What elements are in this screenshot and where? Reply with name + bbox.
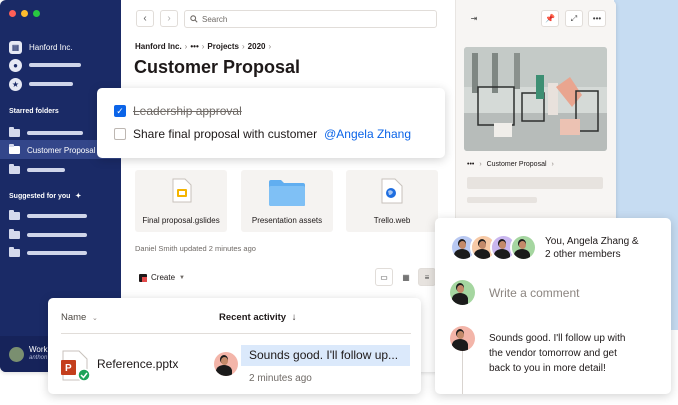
account-label: Work [29, 345, 48, 354]
powerpoint-file-icon: P [61, 350, 91, 382]
account-sub: anthon [29, 355, 48, 361]
back-button[interactable]: ‹ [136, 10, 154, 27]
file-name[interactable]: Final proposal.gslides [135, 216, 227, 225]
checkbox-unchecked[interactable] [114, 128, 126, 140]
pin-button[interactable]: 📌 [541, 10, 559, 27]
task-list-card: ✓ Leadership approval Share final propos… [97, 88, 445, 158]
sidebar-item-people[interactable]: ● [9, 58, 81, 72]
search-placeholder: Search [202, 14, 228, 24]
breadcrumb-ellipsis[interactable]: ••• [190, 42, 198, 51]
breadcrumb: Hanford Inc. › ••• › Projects › 2020 › [135, 42, 272, 51]
checkbox-checked[interactable]: ✓ [114, 105, 126, 117]
avatar [450, 326, 475, 351]
create-icon [139, 273, 147, 282]
sidebar-suggested-3[interactable] [9, 246, 87, 260]
members-summary: You, Angela Zhang & 2 other members [545, 236, 639, 260]
web-link-icon [381, 178, 403, 204]
more-icon: ••• [592, 14, 602, 23]
preview-image [464, 47, 607, 151]
collapse-icon: ⇥ [470, 14, 478, 23]
showroom-image [464, 47, 607, 151]
sparkle-icon: ✦ [75, 193, 82, 200]
person-icon: ● [9, 58, 22, 72]
org-name: Hanford Inc. [29, 42, 73, 52]
sidebar-suggested-2[interactable] [9, 228, 87, 242]
column-activity-header[interactable]: Recent activity ↓ [219, 312, 296, 323]
folder-icon [269, 180, 305, 206]
slides-file-icon [172, 178, 192, 203]
suggested-heading: Suggested for you ✦ [9, 193, 82, 200]
updated-status: Daniel Smith updated 2 minutes ago [135, 244, 256, 253]
breadcrumb-year[interactable]: 2020 [248, 42, 266, 51]
avatar [450, 280, 475, 305]
screenshot-stage: ▦ Hanford Inc. ● ★ Starred folders Custo… [0, 0, 678, 405]
chevron-down-icon: ⌄ [91, 315, 98, 322]
close-window-icon[interactable] [9, 10, 16, 17]
skeleton-bar [467, 197, 537, 203]
view-toggle-grid[interactable]: ▦ [397, 268, 415, 286]
folder-icon [9, 247, 20, 257]
panel-breadcrumb: ••• › Customer Proposal › [467, 161, 554, 168]
column-name-header[interactable]: Name ⌄ [61, 312, 98, 323]
list-view-icon: ≡ [424, 272, 430, 282]
expand-icon: ⤢ [570, 13, 578, 23]
member-avatars[interactable] [450, 234, 540, 262]
skeleton-bar [467, 177, 603, 189]
thread-line [462, 350, 463, 394]
task-item[interactable]: ✓ Leadership approval [114, 104, 242, 118]
breadcrumb-root[interactable]: Hanford Inc. [135, 42, 182, 51]
expand-button[interactable]: ⤢ [565, 10, 583, 27]
search-input[interactable]: Search [184, 10, 437, 28]
chevron-down-icon: ▼ [179, 274, 185, 281]
avatar [214, 352, 238, 376]
collapse-panel-button[interactable]: ⇥ [465, 10, 483, 27]
avatar [510, 234, 537, 261]
comment-message: Sounds good. I'll follow up with the ven… [489, 333, 626, 374]
zoom-window-icon[interactable] [33, 10, 40, 17]
create-button[interactable]: Create ▼ [135, 269, 191, 286]
task-label: Share final proposal with customer [133, 127, 318, 141]
file-name: Reference.pptx [97, 357, 179, 371]
mention-link[interactable]: @Angela Zhang [324, 127, 411, 141]
task-label: Leadership approval [133, 104, 242, 118]
comment-input[interactable]: Write a comment [489, 286, 579, 300]
arrow-down-icon: ↓ [291, 312, 297, 323]
task-item[interactable]: Share final proposal with customer @Ange… [114, 127, 411, 141]
sidebar-folder-3[interactable] [9, 163, 65, 177]
pin-icon: 📌 [545, 14, 555, 23]
folder-icon [9, 164, 20, 174]
sidebar-item-org[interactable]: ▦ Hanford Inc. [9, 40, 73, 54]
star-icon: ★ [9, 77, 22, 91]
folder-icon [9, 210, 20, 220]
view-toggle-cards[interactable]: ▭ [375, 268, 393, 286]
sidebar-folder-1[interactable] [9, 126, 83, 140]
file-list-card: Name ⌄ Recent activity ↓ P Reference.ppt… [48, 298, 421, 394]
search-icon [190, 15, 198, 23]
comments-card: You, Angela Zhang & 2 other members Writ… [435, 218, 671, 394]
view-toggle-list[interactable]: ≡ [418, 268, 436, 286]
sidebar-item-starred[interactable]: ★ [9, 77, 73, 91]
more-options-button[interactable]: ••• [588, 10, 606, 27]
file-name[interactable]: Presentation assets [241, 216, 333, 225]
page-title: Customer Proposal [134, 57, 301, 77]
building-icon: ▦ [9, 40, 22, 54]
activity-time: 2 minutes ago [249, 373, 312, 384]
svg-text:P: P [65, 363, 72, 374]
card-view-icon: ▭ [380, 272, 388, 282]
folder-icon [9, 144, 20, 154]
sidebar-folder-customer-proposal[interactable]: Customer Proposal [9, 143, 95, 157]
folder-icon [9, 229, 20, 239]
sidebar-folder-label: Customer Proposal [27, 145, 96, 155]
avatar [9, 346, 24, 362]
breadcrumb-projects[interactable]: Projects [207, 42, 239, 51]
minimize-window-icon[interactable] [21, 10, 28, 17]
activity-preview: Sounds good. I'll follow up... [241, 345, 410, 366]
starred-folders-heading: Starred folders [9, 108, 59, 115]
grid-view-icon: ▦ [402, 272, 410, 282]
forward-button[interactable]: › [160, 10, 178, 27]
window-controls [9, 10, 40, 17]
folder-icon [9, 127, 20, 137]
sidebar-suggested-1[interactable] [9, 209, 87, 223]
file-name[interactable]: Trello.web [346, 216, 438, 225]
